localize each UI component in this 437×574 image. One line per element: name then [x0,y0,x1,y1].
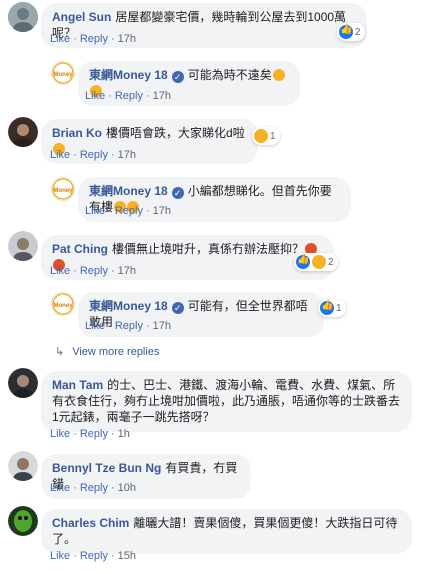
comment-actions: Like · Reply · 17h [50,149,137,161]
like-link[interactable]: Like [50,265,70,277]
verified-badge-icon: ✓ [171,187,184,199]
page-name[interactable]: 東網Money 18 [89,68,168,82]
comment-actions: Like · Reply · 15h [50,550,137,562]
svg-text:Money: Money [53,188,73,194]
page-avatar[interactable]: Money [51,61,75,85]
reply-link[interactable]: Reply [80,428,108,440]
verified-badge-icon: ✓ [171,302,184,314]
timestamp[interactable]: 17h [118,33,136,45]
comment-bubble: Man Tam 的士、巴士、港鐵、渡海小輪、電費、水費、煤氣、所有衣食住行，夠冇止… [41,371,412,432]
timestamp[interactable]: 17h [153,205,171,217]
reply-link[interactable]: Reply [80,149,108,161]
page-name[interactable]: 東網Money 18 [89,299,168,313]
like-reaction-icon [296,254,310,269]
like-link[interactable]: Like [50,550,70,562]
comment-actions: Like · Reply · 17h [50,33,137,45]
commenter-name[interactable]: Charles Chim [52,516,129,530]
avatar[interactable] [8,117,38,147]
commenter-name[interactable]: Bennyl Tze Bun Ng [52,461,161,475]
page-name[interactable]: 東網Money 18 [89,184,168,198]
reply-text: 可能為時不遠矣 [187,68,272,82]
haha-reaction-icon [254,129,268,143]
reply-link[interactable]: Reply [80,550,108,562]
timestamp[interactable]: 17h [118,265,136,277]
reply-link[interactable]: Reply [80,482,108,494]
comment-text: 樓價唔會跌，大家睇化d啦 [106,126,245,140]
svg-text:Money: Money [53,303,73,309]
like-link[interactable]: Like [50,428,70,440]
comment-actions: Like · Reply · 17h [50,265,137,277]
comment-actions: Like · Reply · 1h [50,428,130,440]
comment-bubble: Charles Chim 離曬大譜！賣果個傻，買果個更傻！大跌指日可待了。 [41,509,412,554]
comment-text: 樓價無止境咁升，真係冇辦法壓抑？ [112,242,305,256]
comment-actions: Like · Reply · 17h [85,90,172,102]
page-avatar[interactable]: Money [51,292,75,316]
like-link[interactable]: Like [50,33,70,45]
commenter-name[interactable]: Angel Sun [52,10,111,24]
avatar[interactable] [8,506,38,536]
timestamp[interactable]: 1h [118,428,130,440]
sad-emoji-icon [272,69,285,81]
avatar[interactable] [8,231,38,261]
reply-link[interactable]: Reply [115,90,143,102]
avatar[interactable] [8,2,38,32]
like-reaction-icon [320,300,334,315]
commenter-name[interactable]: Brian Ko [52,126,102,140]
view-more-replies-link[interactable]: ↳ View more replies [55,345,159,358]
comment-actions: Like · Reply · 10h [50,482,137,494]
avatar[interactable] [8,368,38,398]
timestamp[interactable]: 17h [118,149,136,161]
page-avatar[interactable]: Money [51,177,75,201]
like-reaction-icon [339,24,353,39]
svg-text:Money: Money [53,72,73,78]
reply-link[interactable]: Reply [115,205,143,217]
reaction-count[interactable]: 2 [337,23,365,41]
reply-arrow-icon: ↳ [55,346,65,358]
timestamp[interactable]: 17h [153,320,171,332]
reaction-count[interactable]: 1 [318,299,346,317]
like-link[interactable]: Like [50,149,70,161]
reply-link[interactable]: Reply [115,320,143,332]
timestamp[interactable]: 10h [118,482,136,494]
comment-text: 的士、巴士、港鐵、渡海小輪、電費、水費、煤氣、所有衣食住行，夠冇止境咁加價啦，此… [52,378,401,424]
like-link[interactable]: Like [85,90,105,102]
reaction-count[interactable]: 1 [252,127,280,145]
wow-reaction-icon [312,255,326,269]
reaction-count[interactable]: 2 [294,253,338,271]
commenter-name[interactable]: Pat Ching [52,242,108,256]
avatar[interactable] [8,451,38,481]
like-link[interactable]: Like [85,320,105,332]
timestamp[interactable]: 17h [153,90,171,102]
like-link[interactable]: Like [50,482,70,494]
like-link[interactable]: Like [85,205,105,217]
commenter-name[interactable]: Man Tam [52,378,103,392]
verified-badge-icon: ✓ [171,71,184,83]
reply-link[interactable]: Reply [80,33,108,45]
timestamp[interactable]: 15h [118,550,136,562]
comment-actions: Like · Reply · 17h [85,320,172,332]
comment-actions: Like · Reply · 17h [85,205,172,217]
reply-link[interactable]: Reply [80,265,108,277]
